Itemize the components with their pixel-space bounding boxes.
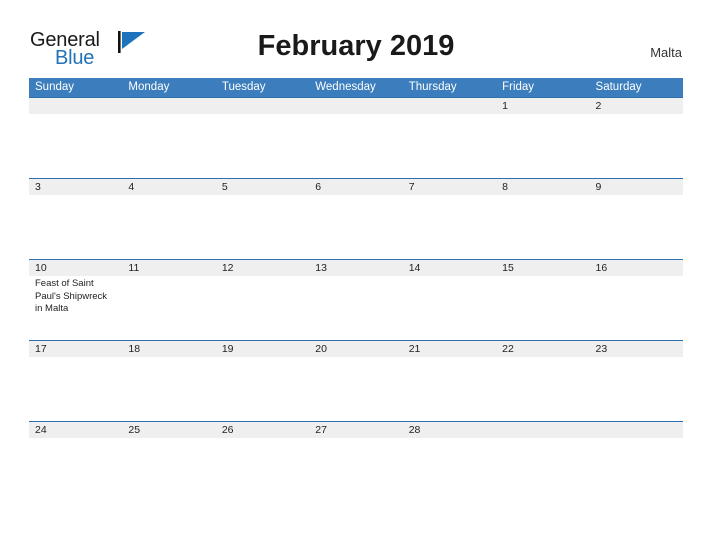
calendar-week-row: 1 2 — [29, 97, 683, 178]
day-event — [29, 195, 122, 259]
day-number[interactable]: 16 — [590, 260, 683, 276]
day-event — [29, 438, 122, 502]
day-number[interactable]: 9 — [590, 179, 683, 195]
weekday-header-row: Sunday Monday Tuesday Wednesday Thursday… — [29, 78, 683, 97]
day-number[interactable] — [496, 422, 589, 438]
day-number[interactable]: 11 — [122, 260, 215, 276]
day-event-band — [29, 357, 683, 421]
day-number[interactable]: 6 — [309, 179, 402, 195]
day-event-band — [29, 114, 683, 178]
day-event — [590, 357, 683, 421]
day-event — [403, 276, 496, 340]
day-number[interactable]: 10 — [29, 260, 122, 276]
day-event — [122, 195, 215, 259]
day-number[interactable]: 23 — [590, 341, 683, 357]
day-event — [216, 114, 309, 178]
day-number[interactable]: 15 — [496, 260, 589, 276]
day-event — [309, 114, 402, 178]
weekday-thursday: Thursday — [408, 81, 457, 93]
day-event — [403, 195, 496, 259]
weekday-tuesday: Tuesday — [221, 81, 266, 93]
day-number[interactable] — [590, 422, 683, 438]
day-event-band: Feast of Saint Paul's Shipwreck in Malta — [29, 276, 683, 340]
page-title: February 2019 — [257, 30, 455, 62]
weekday-sunday: Sunday — [35, 81, 75, 93]
day-event — [496, 114, 589, 178]
day-number[interactable] — [29, 98, 122, 114]
calendar-week-row: 24 25 26 27 28 — [29, 421, 683, 502]
day-number[interactable]: 8 — [496, 179, 589, 195]
day-event — [403, 114, 496, 178]
day-number[interactable] — [122, 98, 215, 114]
day-event — [216, 438, 309, 502]
day-event — [122, 114, 215, 178]
day-event-band — [29, 195, 683, 259]
day-event — [216, 276, 309, 340]
day-number[interactable]: 1 — [496, 98, 589, 114]
day-event — [29, 357, 122, 421]
day-number[interactable]: 26 — [216, 422, 309, 438]
day-event — [496, 276, 589, 340]
day-number[interactable]: 28 — [403, 422, 496, 438]
day-number[interactable]: 4 — [122, 179, 215, 195]
day-event — [122, 438, 215, 502]
day-number[interactable]: 5 — [216, 179, 309, 195]
locale-label: Malta — [650, 45, 682, 60]
weekday-friday: Friday — [502, 81, 535, 93]
day-event — [216, 357, 309, 421]
day-event — [590, 195, 683, 259]
calendar-week-row: 17 18 19 20 21 22 23 — [29, 340, 683, 421]
day-event — [590, 114, 683, 178]
calendar-grid: Sunday Monday Tuesday Wednesday Thursday… — [29, 78, 683, 502]
day-event — [496, 195, 589, 259]
day-number[interactable]: 27 — [309, 422, 402, 438]
day-number[interactable]: 2 — [590, 98, 683, 114]
day-event — [122, 357, 215, 421]
day-event — [309, 438, 402, 502]
day-event — [590, 276, 683, 340]
day-number[interactable]: 14 — [403, 260, 496, 276]
day-event — [590, 438, 683, 502]
weekday-wednesday: Wednesday — [315, 81, 376, 93]
date-number-band: 17 18 19 20 21 22 23 — [29, 341, 683, 357]
day-event — [403, 438, 496, 502]
day-event — [309, 357, 402, 421]
day-event — [29, 114, 122, 178]
day-event — [216, 195, 309, 259]
page-header: General Blue February 2019 Malta — [0, 0, 712, 76]
day-event — [309, 276, 402, 340]
day-number[interactable]: 17 — [29, 341, 122, 357]
day-number[interactable]: 24 — [29, 422, 122, 438]
calendar-week-row: 3 4 5 6 7 8 9 — [29, 178, 683, 259]
weekday-monday: Monday — [128, 81, 170, 93]
day-event — [496, 438, 589, 502]
day-event — [122, 276, 215, 340]
date-number-band: 10 11 12 13 14 15 16 — [29, 260, 683, 276]
day-number[interactable]: 18 — [122, 341, 215, 357]
day-event — [309, 195, 402, 259]
day-number[interactable]: 3 — [29, 179, 122, 195]
day-event-holiday: Feast of Saint Paul's Shipwreck in Malta — [35, 278, 108, 314]
date-number-band: 1 2 — [29, 98, 683, 114]
day-event — [496, 357, 589, 421]
date-number-band: 24 25 26 27 28 — [29, 422, 683, 438]
day-number[interactable]: 25 — [122, 422, 215, 438]
calendar-week-row: 10 11 12 13 14 15 16 Feast of Saint Paul… — [29, 259, 683, 340]
day-number[interactable] — [403, 98, 496, 114]
date-number-band: 3 4 5 6 7 8 9 — [29, 179, 683, 195]
day-event-band — [29, 438, 683, 502]
weekday-saturday: Saturday — [595, 81, 642, 93]
day-number[interactable]: 13 — [309, 260, 402, 276]
day-event — [403, 357, 496, 421]
day-number[interactable]: 22 — [496, 341, 589, 357]
day-number[interactable]: 19 — [216, 341, 309, 357]
day-number[interactable]: 21 — [403, 341, 496, 357]
day-number[interactable]: 7 — [403, 179, 496, 195]
day-number[interactable] — [216, 98, 309, 114]
day-number[interactable] — [309, 98, 402, 114]
day-number[interactable]: 20 — [309, 341, 402, 357]
day-number[interactable]: 12 — [216, 260, 309, 276]
